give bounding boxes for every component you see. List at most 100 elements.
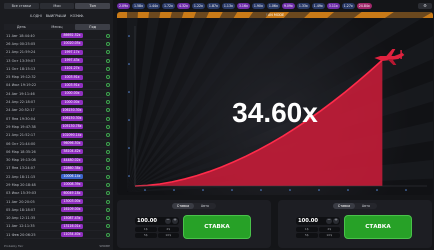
tab-auto[interactable]: Авто: [355, 203, 377, 209]
verify-icon[interactable]: [106, 75, 110, 80]
multiplier-chip: 1.27x: [341, 3, 355, 9]
history-multiplier: 10020.05x: [61, 41, 83, 47]
verify-icon[interactable]: [106, 133, 110, 138]
tab-bet[interactable]: Ставка: [333, 203, 355, 209]
history-date: 06 Мар 18:35:26: [6, 149, 36, 154]
sidebar-tabs: Все ставки Мои Топ: [4, 3, 111, 9]
y-axis-dot: [128, 91, 130, 93]
verify-icon[interactable]: [106, 108, 110, 113]
history-date: 11 Авг 18:44:40: [6, 33, 35, 38]
multiplier-chip: 1.49x: [311, 3, 325, 9]
plus-icon[interactable]: +: [172, 218, 178, 224]
verify-icon[interactable]: [106, 149, 110, 154]
x-axis-dot: [231, 189, 233, 191]
provably-fair-link[interactable]: Probably Fair: [4, 244, 23, 248]
gear-icon[interactable]: ⚙: [418, 3, 432, 9]
history-multiplier: 60049.18x: [61, 190, 83, 196]
tab-my-bets[interactable]: Мои: [39, 3, 75, 9]
subheader-wins[interactable]: ВЫИГРЫШИ: [46, 14, 67, 18]
history-multiplier: 1003.91x: [61, 74, 83, 80]
history-multiplier: 1101.27x: [61, 66, 83, 72]
subheader-x[interactable]: X-ОДНІ: [30, 14, 42, 18]
history-multiplier: 102090.14x: [61, 132, 83, 138]
period-day[interactable]: День: [4, 24, 39, 30]
verify-icon[interactable]: [106, 158, 110, 163]
quick-amount-2[interactable]: 2$: [157, 227, 179, 232]
verify-icon[interactable]: [106, 66, 110, 71]
history-date: 21 Апр 21:59:24: [6, 50, 36, 55]
verify-icon[interactable]: [106, 141, 110, 146]
verify-icon[interactable]: [106, 50, 110, 55]
bet-amount-value: 100.00: [137, 218, 158, 224]
verify-icon[interactable]: [106, 116, 110, 121]
history-date: 17 Янв 13:24:07: [6, 166, 36, 171]
history-multiplier: 1000.00x: [61, 99, 83, 105]
tab-all-bets[interactable]: Все ставки: [4, 3, 39, 9]
multiplier-chip: 1.87x: [206, 3, 220, 9]
verify-icon[interactable]: [106, 224, 110, 229]
place-bet-button[interactable]: СТАВКА: [344, 215, 412, 239]
verify-icon[interactable]: [106, 191, 110, 196]
history-multiplier: 10006.14x: [61, 174, 83, 180]
history-date: 21 Апр 21:52:17: [6, 133, 36, 138]
period-tabs: День Месяц Год: [4, 24, 111, 30]
history-multiplier: 86692.52x: [61, 33, 83, 39]
tab-top[interactable]: Топ: [75, 3, 111, 9]
verify-icon[interactable]: [106, 182, 110, 187]
history-multiplier: 96096.50x: [61, 141, 83, 146]
verify-icon[interactable]: [106, 199, 110, 204]
minus-icon[interactable]: −: [165, 218, 171, 224]
multiplier-chip: 3.11x: [326, 3, 340, 9]
verify-icon[interactable]: [106, 174, 110, 179]
history-row: 11 Окт 18:15:13 1101.27x: [4, 65, 110, 74]
verify-icon[interactable]: [106, 216, 110, 221]
history-date: 03 Июл 15:39:03: [6, 191, 37, 196]
subheader-coef[interactable]: КОЭФФ.: [70, 14, 84, 18]
verify-icon[interactable]: [106, 207, 110, 212]
history-multiplier: 10008.39x: [61, 182, 83, 188]
history-row: 30 Мар 19:13:08 44480.02x: [4, 156, 110, 165]
verify-icon[interactable]: [106, 83, 110, 88]
period-month[interactable]: Месяц: [40, 24, 75, 30]
quick-amounts: 1$ 2$ 5$ 10$: [135, 227, 179, 238]
history-row: 06 Окт 21:44:00 96096.50x: [4, 140, 110, 149]
bet-amount-field[interactable]: 100.00 − +: [296, 217, 340, 225]
history-date: 22 Апр 18:11:15: [6, 174, 36, 179]
history-row: 04 Июл 19:19:22 1003.91x: [4, 82, 110, 91]
verify-icon[interactable]: [106, 100, 110, 105]
quick-amount-5[interactable]: 5$: [135, 233, 157, 238]
verify-icon[interactable]: [106, 166, 110, 171]
quick-amount-10[interactable]: 10$: [318, 233, 340, 238]
history-row: 25 Мар 19:12:32 1003.91x: [4, 73, 110, 82]
history-list: 11 Авг 18:44:40 86692.52x 26 Апр 00:25:05 1…: [4, 32, 110, 240]
verify-icon[interactable]: [106, 58, 110, 63]
verify-icon[interactable]: [106, 41, 110, 46]
history-date: 24 Авг 20:52:17: [6, 108, 35, 113]
quick-amount-5[interactable]: 5$: [296, 233, 318, 238]
verify-icon[interactable]: [106, 91, 110, 96]
quick-amount-1[interactable]: 1$: [296, 227, 318, 232]
plus-icon[interactable]: +: [333, 218, 339, 224]
bet-panel-left: Ставка Авто 100.00 − + 1$ 2$ 5$ 10$ СТАВ…: [117, 200, 271, 248]
history-row: 17 Янв 13:24:07 22860.38x: [4, 165, 110, 174]
place-bet-button[interactable]: СТАВКА: [183, 215, 251, 239]
tab-auto[interactable]: Авто: [194, 203, 216, 209]
quick-amount-2[interactable]: 2$: [318, 227, 340, 232]
quick-amount-10[interactable]: 10$: [157, 233, 179, 238]
history-row: 05 Апр 18:18:07 16109.00x: [4, 206, 110, 215]
minus-icon[interactable]: −: [326, 218, 332, 224]
history-multiplier: 22860.38x: [61, 165, 83, 171]
tab-bet[interactable]: Ставка: [172, 203, 194, 209]
history-row: 29 Мар 20:18:48 10008.39x: [4, 181, 110, 190]
bet-amount-field[interactable]: 100.00 − +: [135, 217, 179, 225]
history-date: 06 Окт 21:44:00: [6, 141, 36, 146]
verify-icon[interactable]: [106, 232, 110, 237]
verify-icon[interactable]: [106, 33, 110, 38]
quick-amount-1[interactable]: 1$: [135, 227, 157, 232]
history-date: 11 Фев 20:06:25: [6, 232, 36, 237]
y-axis-dot: [128, 35, 130, 37]
history-date: 30 Мар 19:13:08: [6, 158, 36, 163]
verify-icon[interactable]: [106, 124, 110, 129]
history-multiplier: 13003.00x: [61, 199, 83, 205]
period-year[interactable]: Год: [75, 24, 111, 30]
